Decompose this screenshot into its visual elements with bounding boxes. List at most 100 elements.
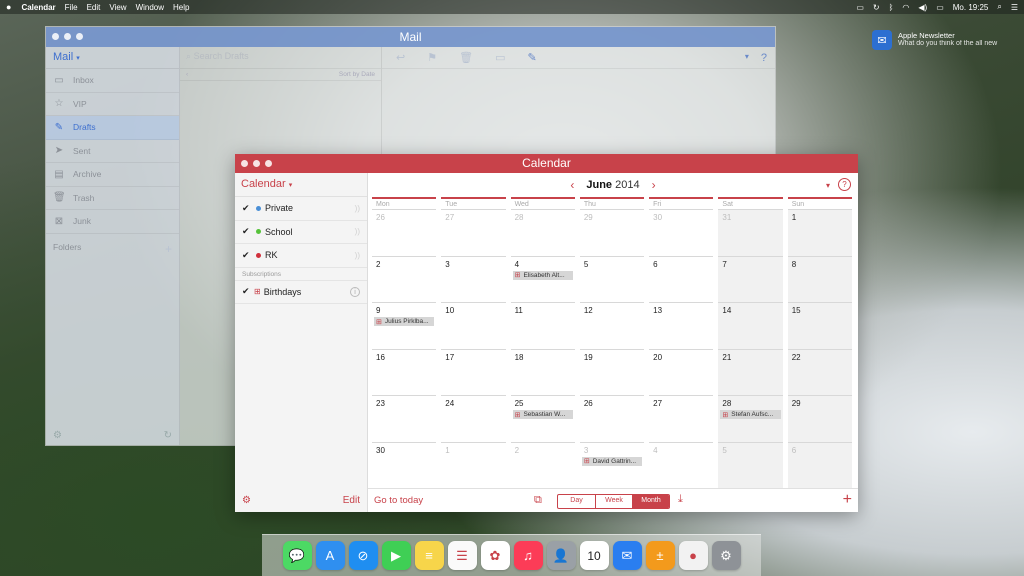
messages-icon[interactable]: 💬: [282, 541, 312, 570]
day-cell[interactable]: 2: [372, 255, 437, 303]
day-cell[interactable]: 27: [649, 395, 714, 442]
spotlight-icon[interactable]: ⌕: [997, 2, 1001, 12]
sort-by-date[interactable]: Sort by Date: [339, 71, 375, 78]
day-cell[interactable]: 30: [372, 441, 437, 489]
help-icon[interactable]: ?: [838, 178, 851, 191]
search-input[interactable]: ⌕ Search Drafts: [180, 47, 381, 69]
close-button[interactable]: [52, 33, 59, 40]
go-to-today-button[interactable]: Go to today: [374, 495, 423, 506]
previous-month-button[interactable]: ‹: [570, 178, 574, 192]
day-cell[interactable]: 29: [787, 395, 852, 442]
day-cell[interactable]: 24: [441, 395, 506, 442]
calendar-inbox-icon[interactable]: ⧉: [534, 494, 542, 507]
zoom-button[interactable]: [265, 160, 272, 167]
compose-icon[interactable]: ✎: [527, 51, 536, 64]
checkmark-icon[interactable]: ✔: [242, 286, 254, 297]
add-event-button[interactable]: +: [843, 491, 852, 509]
zoom-button[interactable]: [76, 33, 83, 40]
day-cell[interactable]: 5: [718, 441, 783, 488]
chevron-down-icon[interactable]: ▾: [826, 181, 830, 190]
safari-icon[interactable]: ⊘: [348, 541, 378, 570]
day-cell[interactable]: 6: [787, 441, 852, 488]
minimize-button[interactable]: [253, 160, 260, 167]
day-cell[interactable]: 9 ⊞ Julius Pirklba...: [372, 302, 437, 349]
view-month-button[interactable]: Month: [632, 495, 669, 508]
birthday-event[interactable]: ⊞ David Gattrin...: [581, 456, 643, 466]
day-cell[interactable]: 7: [718, 255, 783, 302]
day-cell[interactable]: 17: [441, 348, 506, 396]
photos-icon[interactable]: ✿: [480, 541, 510, 570]
reply-icon[interactable]: ↩: [396, 51, 405, 64]
checkmark-icon[interactable]: ✔: [242, 203, 254, 214]
birthday-event[interactable]: ⊞ Elisabeth Alt...: [512, 270, 573, 280]
mailbox-drafts[interactable]: ✎ Drafts: [46, 116, 179, 140]
day-cell[interactable]: 26: [372, 209, 437, 256]
day-cell[interactable]: 18: [510, 348, 575, 396]
settings-gear-icon[interactable]: ⚙: [242, 495, 251, 506]
day-cell[interactable]: 15: [787, 302, 852, 349]
calendar-item-rk[interactable]: ✔ RK )): [235, 244, 367, 268]
next-month-button[interactable]: ›: [652, 178, 656, 192]
day-cell[interactable]: 4: [649, 441, 714, 489]
flag-icon[interactable]: ⚑: [427, 51, 437, 64]
calendar-item-private[interactable]: ✔ Private )): [235, 197, 367, 221]
trash-icon[interactable]: 🗑: [459, 51, 473, 64]
reminders-icon[interactable]: ☰: [447, 541, 477, 570]
day-cell[interactable]: 1: [787, 209, 852, 256]
system-preferences-icon[interactable]: ⚙: [711, 541, 741, 570]
day-cell[interactable]: 23: [372, 395, 437, 442]
calendar-item-school[interactable]: ✔ School )): [235, 221, 367, 244]
day-cell[interactable]: 20: [649, 348, 714, 396]
day-cell[interactable]: 4 ⊞ Elisabeth Alt...: [510, 255, 575, 303]
day-cell[interactable]: 11: [510, 302, 575, 349]
calculator-icon[interactable]: ±: [645, 541, 675, 570]
day-cell[interactable]: 2: [510, 441, 575, 489]
minimize-button[interactable]: [64, 33, 71, 40]
menu-help[interactable]: Help: [173, 3, 189, 12]
day-cell[interactable]: 26: [579, 395, 645, 442]
birthday-event[interactable]: ⊞ Julius Pirklba...: [374, 317, 435, 326]
contacts-icon[interactable]: 👤: [546, 541, 576, 570]
view-week-button[interactable]: Week: [595, 495, 632, 508]
notification-banner[interactable]: ✉ Apple Newsletter What do you think of …: [872, 30, 1022, 52]
day-cell[interactable]: 13: [649, 302, 714, 349]
day-cell[interactable]: 5: [579, 255, 645, 303]
download-icon[interactable]: ⤓: [678, 493, 683, 506]
close-button[interactable]: [241, 160, 248, 167]
wifi-icon[interactable]: ◠: [902, 3, 909, 12]
volume-icon[interactable]: ◀): [918, 3, 927, 12]
screen-share-icon[interactable]: ▭: [856, 3, 864, 12]
mail-titlebar[interactable]: Mail: [46, 27, 775, 47]
refresh-icon[interactable]: ↻: [164, 430, 172, 441]
menu-clock[interactable]: Mo. 19:25: [953, 3, 989, 12]
day-cell[interactable]: 28: [510, 209, 575, 256]
mailbox-sent[interactable]: ➤ Sent: [46, 140, 179, 163]
time-machine-icon[interactable]: ↻: [873, 3, 880, 12]
checkmark-icon[interactable]: ✔: [242, 250, 254, 261]
add-folder-icon[interactable]: +: [165, 242, 172, 256]
day-cell[interactable]: 6: [649, 255, 714, 303]
day-cell[interactable]: 29: [579, 209, 645, 256]
view-day-button[interactable]: Day: [558, 495, 595, 508]
settings-gear-icon[interactable]: ⚙: [53, 430, 62, 441]
day-cell[interactable]: 8: [787, 255, 852, 302]
day-cell[interactable]: 3: [441, 255, 506, 303]
battery-icon[interactable]: ▭: [936, 3, 944, 12]
menu-edit[interactable]: Edit: [87, 3, 101, 12]
notes-icon[interactable]: ≡: [414, 541, 444, 570]
notification-center-icon[interactable]: ☰: [1011, 3, 1018, 12]
day-cell[interactable]: 21: [718, 348, 783, 395]
day-cell[interactable]: 12: [579, 302, 645, 349]
day-cell[interactable]: 31: [718, 209, 783, 256]
day-cell[interactable]: 10: [441, 302, 506, 349]
menu-window[interactable]: Window: [136, 3, 164, 12]
mailbox-trash[interactable]: 🗑 Trash: [46, 187, 179, 210]
menu-app-name[interactable]: Calendar: [21, 3, 55, 12]
day-cell[interactable]: 1: [441, 441, 506, 489]
apple-menu-icon[interactable]: ●: [6, 2, 11, 12]
day-cell[interactable]: 3 ⊞ David Gattrin...: [579, 441, 645, 489]
mail-account-header[interactable]: Mail ▾: [46, 47, 179, 69]
chevron-down-icon[interactable]: ▾: [745, 52, 749, 64]
checkmark-icon[interactable]: ✔: [242, 226, 254, 237]
day-cell[interactable]: 30: [649, 209, 714, 256]
